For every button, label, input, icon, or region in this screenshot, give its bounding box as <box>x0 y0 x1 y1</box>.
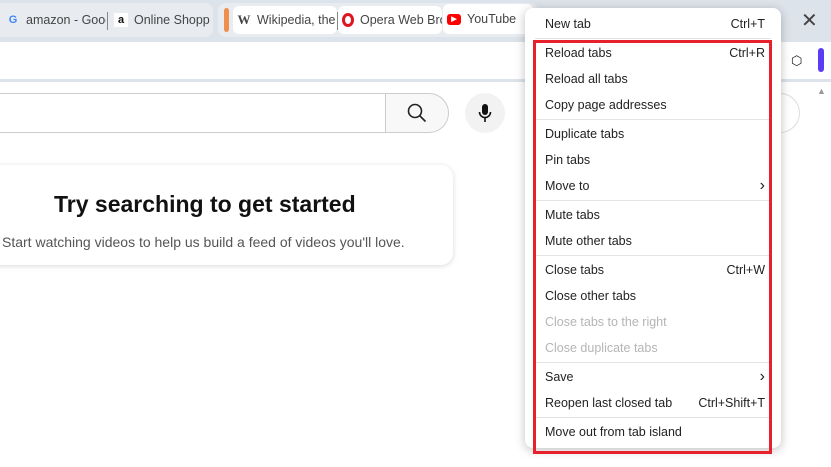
menu-item-label: Close tabs to the right <box>545 315 667 329</box>
tab-amazon-google[interactable]: G amazon - Goog <box>2 6 106 34</box>
menu-item-mute-tabs[interactable]: Mute tabs <box>545 203 765 227</box>
menu-item-label: Reopen last closed tab <box>545 396 673 410</box>
tab-youtube[interactable]: ▶ YouTube <box>443 4 533 34</box>
menu-item-label: Save <box>545 370 574 384</box>
menu-item-close-duplicate-tabs: Close duplicate tabs <box>545 336 765 360</box>
tab-title: YouTube <box>467 12 517 26</box>
menu-item-duplicate-tabs[interactable]: Duplicate tabs <box>545 122 765 146</box>
menu-item-new-tab[interactable]: New tab Ctrl+T <box>545 12 765 36</box>
menu-item-label: New tab <box>545 17 591 31</box>
menu-item-label: Move to <box>545 179 590 193</box>
menu-item-shortcut: Ctrl+T <box>730 17 765 31</box>
menu-item-save[interactable]: Save › <box>545 365 765 389</box>
menu-item-close-tabs-to-the-right: Close tabs to the right <box>545 310 765 334</box>
empty-feed-card: Try searching to get started Start watch… <box>0 165 453 265</box>
tab-context-menu: New tab Ctrl+T Reload tabs Ctrl+R Reload all… <box>525 8 781 448</box>
menu-item-mute-other-tabs[interactable]: Mute other tabs <box>545 229 765 253</box>
tab-title: Wikipedia, the f <box>257 13 337 27</box>
menu-item-label: Close other tabs <box>545 289 637 303</box>
menu-item-label: Reload all tabs <box>545 72 628 86</box>
menu-item-shortcut: Ctrl+W <box>726 263 765 277</box>
menu-item-pin-tabs[interactable]: Pin tabs <box>545 148 765 172</box>
google-icon: G <box>8 14 18 26</box>
menu-item-label: Pin tabs <box>545 153 591 167</box>
tab-title: Online Shoppin <box>134 13 210 27</box>
cube-icon[interactable]: ⬡ <box>791 53 802 69</box>
voice-search-button[interactable] <box>465 93 505 133</box>
tab-amazon[interactable]: a Online Shoppin <box>110 6 210 34</box>
close-icon[interactable]: ✕ <box>801 8 818 33</box>
menu-item-reload-tabs[interactable]: Reload tabs Ctrl+R <box>545 41 765 65</box>
microphone-icon <box>478 104 492 122</box>
menu-item-copy-page-addresses[interactable]: Copy page addresses <box>545 93 765 117</box>
menu-item-label: Reload tabs <box>545 46 612 60</box>
search-button[interactable] <box>385 93 449 133</box>
menu-separator <box>535 362 771 363</box>
search-icon <box>407 103 427 123</box>
page-subtext: Start watching videos to help us build a… <box>2 234 405 250</box>
tab-opera[interactable]: Opera Web Bro <box>338 6 442 34</box>
chevron-right-icon: › <box>759 177 765 194</box>
wikipedia-icon: W <box>237 12 251 27</box>
menu-item-label: Mute other tabs <box>545 234 632 248</box>
search-input[interactable] <box>0 93 386 133</box>
tab-wikipedia[interactable]: W Wikipedia, the f <box>233 6 337 34</box>
menu-item-close-other-tabs[interactable]: Close other tabs <box>545 284 765 308</box>
tab-island-indicator[interactable] <box>224 8 229 32</box>
menu-item-shortcut: Ctrl+R <box>729 46 765 60</box>
tab-title: Opera Web Bro <box>360 13 442 27</box>
sidebar-indicator[interactable] <box>818 48 824 72</box>
menu-item-label: Mute tabs <box>545 208 600 222</box>
menu-item-move-out-from-tab-island[interactable]: Move out from tab island <box>545 420 765 444</box>
menu-item-move-to[interactable]: Move to › <box>545 174 765 198</box>
menu-separator <box>535 38 771 39</box>
menu-item-close-tabs[interactable]: Close tabs Ctrl+W <box>545 258 765 282</box>
scroll-up-icon[interactable]: ▲ <box>817 86 826 96</box>
menu-separator <box>535 417 771 418</box>
menu-item-label: Copy page addresses <box>545 98 667 112</box>
youtube-icon: ▶ <box>447 13 461 25</box>
menu-item-reopen-last-closed-tab[interactable]: Reopen last closed tab Ctrl+Shift+T <box>545 391 765 415</box>
menu-item-reload-all-tabs[interactable]: Reload all tabs <box>545 67 765 91</box>
chevron-right-icon: › <box>759 368 765 385</box>
menu-item-label: Close duplicate tabs <box>545 341 658 355</box>
menu-item-shortcut: Ctrl+Shift+T <box>698 396 765 410</box>
menu-item-label: Duplicate tabs <box>545 127 625 141</box>
menu-item-label: Close tabs <box>545 263 605 277</box>
opera-icon <box>342 13 354 27</box>
tab-title: amazon - Goog <box>26 13 106 27</box>
menu-separator <box>535 119 771 120</box>
page-heading: Try searching to get started <box>54 191 356 217</box>
amazon-icon: a <box>114 13 128 27</box>
menu-separator <box>535 255 771 256</box>
menu-item-label: Move out from tab island <box>545 425 682 439</box>
menu-separator <box>535 200 771 201</box>
